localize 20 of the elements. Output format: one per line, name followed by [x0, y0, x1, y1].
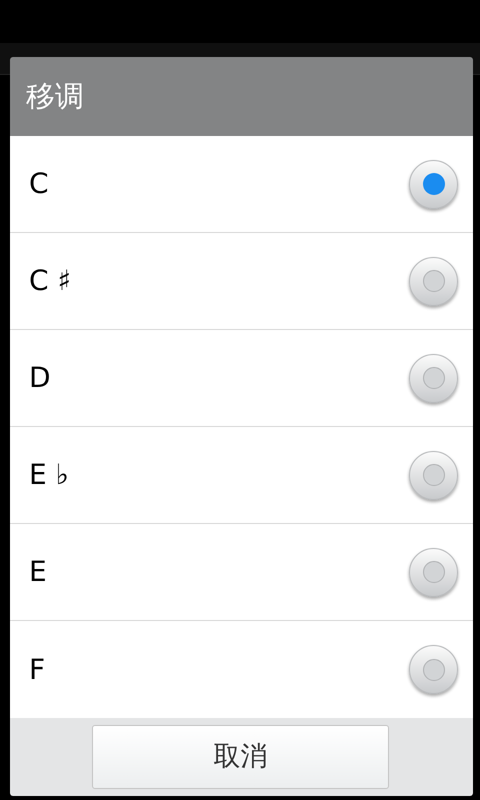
cancel-button[interactable]: 取消: [92, 725, 389, 789]
option-label: C: [29, 166, 49, 202]
option-label: D: [29, 360, 51, 396]
option-row[interactable]: C: [10, 136, 473, 233]
radio-button[interactable]: [409, 256, 458, 306]
option-row[interactable]: D: [10, 330, 473, 427]
radio-button[interactable]: [409, 645, 458, 694]
option-row[interactable]: F: [10, 621, 473, 718]
radio-button[interactable]: [409, 160, 458, 208]
option-row[interactable]: E ♭: [10, 427, 473, 524]
radio-button[interactable]: [409, 354, 458, 402]
radio-button[interactable]: [409, 450, 458, 500]
option-label: E: [29, 554, 47, 590]
option-row[interactable]: E: [10, 524, 473, 621]
radio-button[interactable]: [409, 548, 458, 596]
option-label: C ♯: [29, 263, 71, 299]
option-label: E ♭: [29, 457, 69, 493]
option-row[interactable]: C ♯: [10, 233, 473, 330]
option-label: F: [29, 652, 46, 688]
dialog-title: 移调: [26, 78, 84, 115]
